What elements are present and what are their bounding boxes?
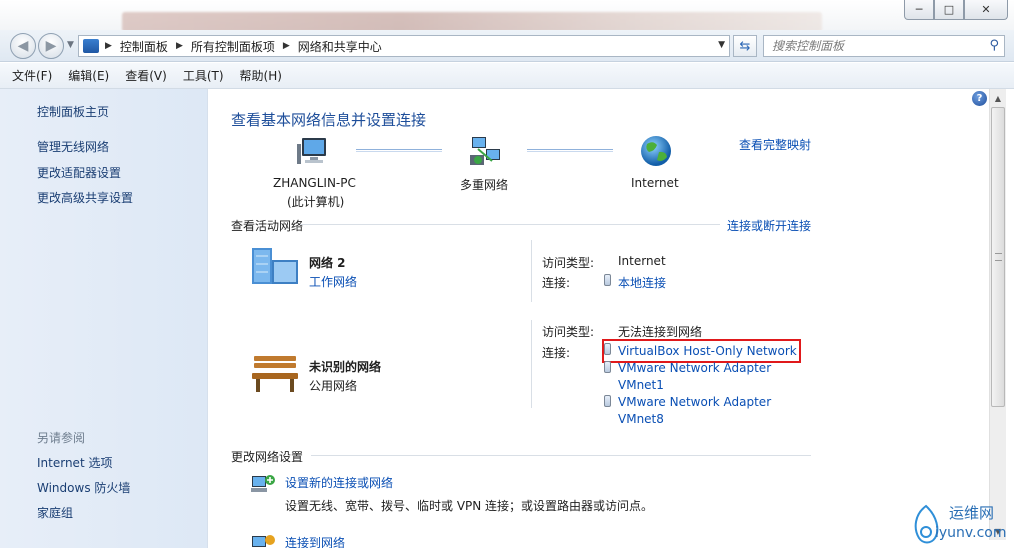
network-type-link[interactable]: 工作网络: [309, 273, 357, 290]
section-divider: [311, 455, 811, 456]
vmnet8-link[interactable]: VMnet8: [618, 412, 664, 426]
connect-disconnect-link[interactable]: 连接或断开连接: [727, 217, 811, 234]
network-adapter-icon: [604, 361, 611, 375]
multiple-networks-label: 多重网络: [460, 178, 509, 192]
title-bar: ─ □ ✕: [0, 0, 1014, 32]
sidebar-advanced-sharing[interactable]: 更改高级共享设置: [37, 189, 133, 206]
menu-bar: 文件(F) 编辑(E) 查看(V) 工具(T) 帮助(H): [0, 63, 1014, 89]
forward-button[interactable]: ▶: [38, 33, 64, 59]
breadcrumb-all-items[interactable]: 所有控制面板项: [191, 38, 275, 55]
back-button[interactable]: ◀: [10, 33, 36, 59]
back-arrow-icon: ◀: [17, 38, 29, 54]
sidebar-windows-firewall[interactable]: Windows 防火墙: [37, 479, 130, 496]
map-connection-line: [527, 149, 613, 152]
network-type: 公用网络: [309, 379, 358, 393]
connections-label: 连接:: [542, 346, 571, 360]
sidebar-manage-wireless[interactable]: 管理无线网络: [37, 138, 109, 155]
multiple-networks-icon: [470, 137, 500, 165]
address-field[interactable]: ▶ 控制面板 ▶ 所有控制面板项 ▶ 网络和共享中心 ▼: [78, 35, 730, 57]
connect-to-network-link[interactable]: 连接到网络: [285, 534, 345, 548]
menu-help[interactable]: 帮助(H): [240, 67, 282, 84]
computer-sub-label: (此计算机): [287, 195, 345, 209]
sidebar-control-panel-home[interactable]: 控制面板主页: [37, 103, 109, 120]
refresh-button[interactable]: ⇆: [733, 35, 757, 57]
breadcrumb-separator-icon[interactable]: ▶: [283, 41, 290, 51]
computer-icon: [297, 138, 326, 164]
local-connection-link[interactable]: 本地连接: [618, 274, 666, 291]
map-connection-line: [356, 149, 442, 152]
vertical-scrollbar[interactable]: ▲ ▼: [989, 89, 1006, 540]
highlight-annotation-box: [602, 339, 801, 363]
access-type-label: 访问类型:: [542, 325, 595, 339]
close-button[interactable]: ✕: [964, 0, 1008, 20]
network-divider: [531, 240, 532, 302]
network-divider: [531, 320, 532, 408]
section-divider: [300, 224, 720, 225]
page-title: 查看基本网络信息并设置连接: [231, 111, 427, 129]
access-type-value: 无法连接到网络: [618, 325, 703, 339]
control-panel-icon: [83, 39, 99, 53]
vmnet1-link[interactable]: VMnet1: [618, 378, 664, 392]
search-icon[interactable]: ⚲: [989, 38, 999, 53]
setup-new-connection-link[interactable]: 设置新的连接或网络: [285, 474, 393, 491]
vmware-adapter-link[interactable]: VMware Network Adapter: [618, 361, 771, 375]
search-box: ⚲: [763, 35, 1005, 57]
internet-label: Internet: [631, 176, 679, 190]
vmware-adapter-link[interactable]: VMware Network Adapter: [618, 395, 771, 409]
access-type-label: 访问类型:: [542, 256, 595, 270]
network-adapter-icon: [604, 274, 611, 288]
help-icon[interactable]: ?: [972, 91, 987, 106]
menu-edit[interactable]: 编辑(E): [68, 67, 109, 84]
forward-arrow-icon: ▶: [45, 38, 57, 54]
network-name: 网络 2: [309, 256, 346, 270]
sidebar-change-adapter[interactable]: 更改适配器设置: [37, 164, 121, 181]
menu-file[interactable]: 文件(F): [12, 67, 52, 84]
window-controls: ─ □ ✕: [904, 0, 1008, 20]
blurred-title-area: [122, 12, 822, 32]
site-watermark: 运维网 iyunv.com: [905, 500, 1014, 548]
sidebar: 控制面板主页 管理无线网络 更改适配器设置 更改高级共享设置 另请参阅 Inte…: [0, 89, 208, 548]
breadcrumb-separator-icon[interactable]: ▶: [176, 41, 183, 51]
new-connection-icon: [251, 475, 275, 492]
access-type-value: Internet: [618, 254, 666, 268]
breadcrumb-separator-icon[interactable]: ▶: [105, 41, 112, 51]
address-dropdown-icon[interactable]: ▼: [718, 40, 725, 50]
change-settings-heading: 更改网络设置: [231, 450, 304, 464]
breadcrumb-control-panel[interactable]: 控制面板: [120, 38, 168, 55]
menu-view[interactable]: 查看(V): [125, 67, 167, 84]
watermark-url-text: iyunv.com: [935, 525, 1007, 541]
search-input[interactable]: [772, 39, 972, 53]
connect-network-icon: [252, 535, 275, 547]
minimize-button[interactable]: ─: [904, 0, 934, 20]
refresh-icon: ⇆: [739, 38, 751, 54]
connections-label: 连接:: [542, 276, 571, 290]
address-toolbar: ◀ ▶ ▼ ▶ 控制面板 ▶ 所有控制面板项 ▶ 网络和共享中心 ▼ ⇆ ⚲: [0, 30, 1014, 62]
work-network-icon: [252, 248, 298, 284]
maximize-button[interactable]: □: [934, 0, 964, 20]
active-networks-heading: 查看活动网络: [231, 219, 304, 233]
network-adapter-icon: [604, 395, 611, 409]
recent-pages-dropdown-icon[interactable]: ▼: [67, 40, 74, 50]
menu-tools[interactable]: 工具(T): [183, 67, 224, 84]
sidebar-internet-options[interactable]: Internet 选项: [37, 454, 112, 471]
setup-connection-description: 设置无线、宽带、拨号、临时或 VPN 连接；或设置路由器或访问点。: [285, 499, 654, 513]
internet-globe-icon: [641, 136, 671, 166]
scroll-thumb[interactable]: [991, 107, 1005, 407]
sidebar-homegroup[interactable]: 家庭组: [37, 504, 73, 521]
network-name: 未识别的网络: [309, 360, 382, 374]
see-also-heading: 另请参阅: [37, 431, 86, 445]
breadcrumb-network-center[interactable]: 网络和共享中心: [298, 38, 382, 55]
watermark-cn-text: 运维网: [949, 504, 995, 522]
computer-name-label: ZHANGLIN-PC: [273, 176, 356, 190]
view-full-map-link[interactable]: 查看完整映射: [739, 136, 811, 153]
scroll-up-icon[interactable]: ▲: [990, 90, 1006, 106]
public-network-bench-icon: [252, 356, 298, 392]
